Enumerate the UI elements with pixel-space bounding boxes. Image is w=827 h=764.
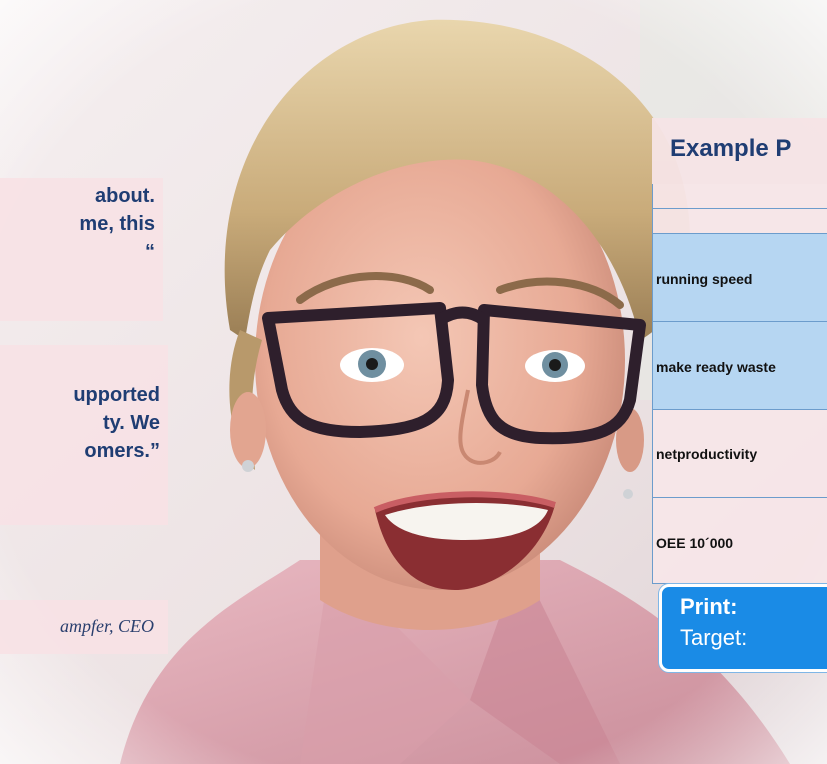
kpi-row-running-speed: running speed: [653, 234, 827, 322]
quote-line: about.: [95, 185, 155, 207]
target-label: Target:: [680, 625, 748, 650]
author-name: ampfer, CEO: [60, 616, 154, 636]
quote-line: me, this: [79, 213, 155, 235]
kpi-label: OEE 10´000: [656, 535, 734, 551]
kpi-label: make ready waste: [656, 359, 776, 375]
quote-line: “: [145, 241, 155, 263]
print-target-box: Print: Target:: [659, 584, 827, 672]
kpi-table: running speed make ready waste netproduc…: [652, 184, 827, 584]
kpi-label: running speed: [656, 271, 753, 287]
kpi-row-make-ready-waste: make ready waste: [653, 322, 827, 410]
quote-box-2: upported ty. We omers.”: [0, 345, 168, 525]
print-label: Print:: [680, 594, 738, 619]
kpi-row-netproductivity: netproductivity: [653, 410, 827, 498]
panel-title-bar: Example P: [652, 118, 827, 184]
kpi-row-blank: [653, 184, 827, 209]
quote-line: omers.”: [84, 440, 160, 462]
panel-title: Example P: [670, 135, 792, 162]
kpi-row-blank: [653, 209, 827, 234]
kpi-label: netproductivity: [656, 446, 758, 462]
quote-line: upported: [73, 384, 160, 406]
kpi-row-oee: OEE 10´000: [653, 498, 827, 584]
author-box: ampfer, CEO: [0, 600, 168, 654]
quote-line: ty. We: [102, 412, 160, 434]
quote-box-1: about. me, this “: [0, 178, 163, 321]
